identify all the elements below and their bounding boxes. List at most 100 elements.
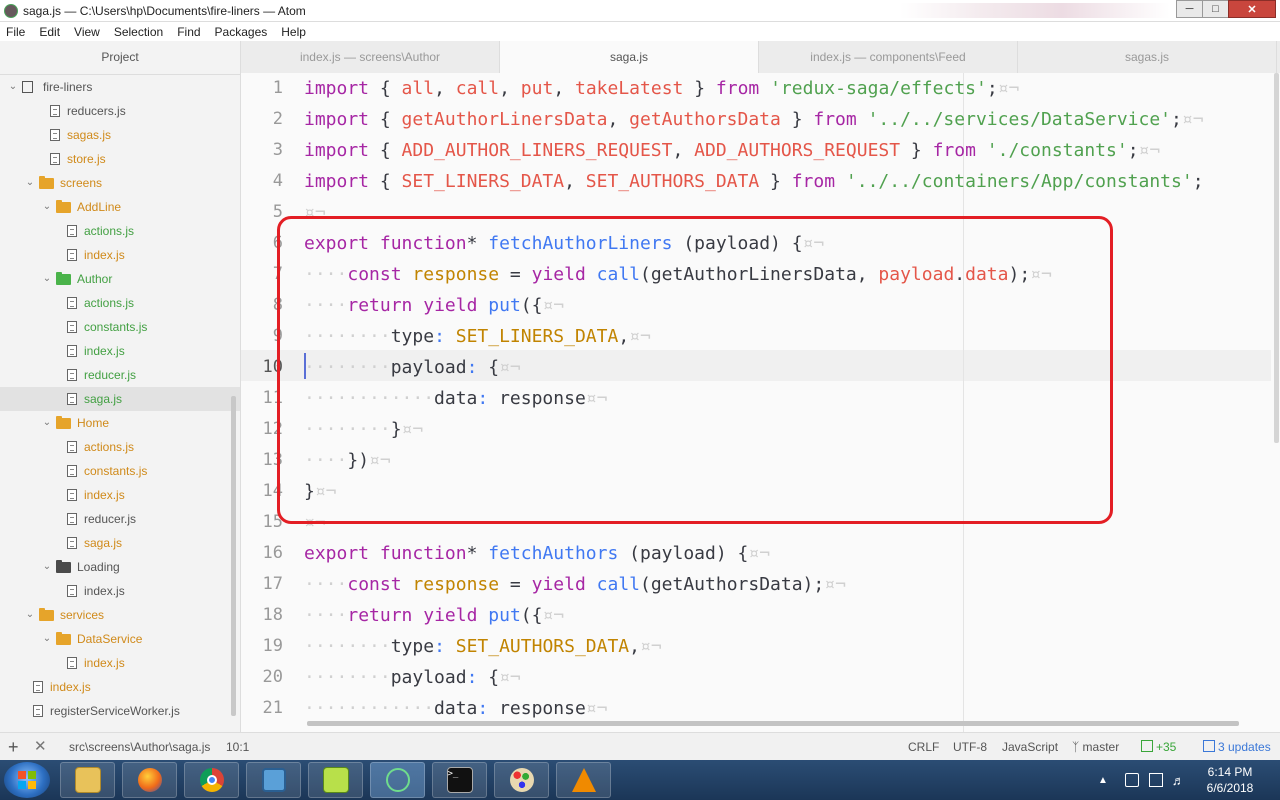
chevron-down-icon[interactable]: ⌄ (8, 75, 18, 99)
menu-file[interactable]: File (0, 25, 32, 39)
vertical-scrollbar[interactable] (1274, 73, 1279, 443)
x-icon[interactable]: ✕ (34, 733, 47, 761)
diff-added-icon (1141, 740, 1153, 752)
tree-file-item[interactable]: registerServiceWorker.js (0, 699, 240, 723)
tree-item-label: index.js (84, 584, 125, 598)
chevron-up-icon[interactable]: ▲ (1098, 775, 1108, 786)
taskbar-firefox[interactable] (122, 762, 177, 798)
file-icon (50, 129, 60, 141)
menu-edit[interactable]: Edit (32, 25, 67, 39)
taskbar-command-prompt[interactable]: >_ (432, 762, 487, 798)
taskbar-file-explorer[interactable] (60, 762, 115, 798)
code-line[interactable]: import { getAuthorLinersData, getAuthors… (304, 104, 1204, 135)
chevron-down-icon[interactable]: ⌄ (42, 267, 52, 291)
code-line[interactable]: import { ADD_AUTHOR_LINERS_REQUEST, ADD_… (304, 135, 1160, 166)
tree-folder-item[interactable]: ⌄ AddLine (0, 195, 240, 219)
tree-file-item[interactable]: actions.js (0, 291, 240, 315)
file-icon (67, 225, 77, 237)
taskbar-network-app[interactable] (246, 762, 301, 798)
taskbar-chrome[interactable] (184, 762, 239, 798)
code-line[interactable]: export function* fetchAuthors (payload) … (304, 538, 770, 569)
atom-icon (385, 768, 410, 792)
menu-find[interactable]: Find (170, 25, 207, 39)
tree-item-label: fire-liners (43, 80, 93, 94)
tree-file-item[interactable]: index.js (0, 243, 240, 267)
code-line[interactable]: import { all, call, put, takeLatest } fr… (304, 73, 1019, 104)
tree-folder-item[interactable]: ⌄ services (0, 603, 240, 627)
git-branch[interactable]: ᛉ master (1072, 733, 1119, 761)
tree-item-label: constants.js (84, 320, 148, 334)
tree-file-item[interactable]: index.js (0, 651, 240, 675)
tree-folder-item[interactable]: ⌄ fire-liners (0, 75, 240, 99)
tree-file-item[interactable]: sagas.js (0, 123, 240, 147)
tree-file-item[interactable]: store.js (0, 147, 240, 171)
tab-saga[interactable]: saga.js (500, 41, 759, 73)
folder-icon (56, 416, 71, 429)
tree-file-item[interactable]: reducer.js (0, 507, 240, 531)
code-line[interactable]: ············data: response¤¬ (304, 693, 607, 724)
tree-folder-item[interactable]: ⌄ Loading (0, 555, 240, 579)
tree-item-label: constants.js (84, 464, 148, 478)
maximize-button[interactable]: □ (1202, 0, 1229, 18)
taskbar-vlc[interactable] (556, 762, 611, 798)
tree-file-item[interactable]: index.js (0, 579, 240, 603)
system-clock[interactable]: 6:14 PM 6/6/2018 (1185, 764, 1275, 796)
chevron-down-icon[interactable]: ⌄ (25, 603, 35, 627)
grammar-selector[interactable]: JavaScript (1002, 733, 1058, 761)
plus-icon[interactable]: + (8, 733, 19, 761)
horizontal-scrollbar[interactable] (307, 721, 1239, 726)
taskbar-notepad-plus-plus[interactable] (308, 762, 363, 798)
tree-folder-item[interactable]: ⌄ Home (0, 411, 240, 435)
tree-file-item[interactable]: saga.js (0, 387, 240, 411)
menu-view[interactable]: View (67, 25, 107, 39)
code-line[interactable]: import { SET_LINERS_DATA, SET_AUTHORS_DA… (304, 166, 1204, 197)
tab-index-author[interactable]: index.js — screens\Author (241, 41, 500, 73)
code-line[interactable]: ········type: SET_AUTHORS_DATA,¤¬ (304, 631, 662, 662)
chevron-down-icon[interactable]: ⌄ (42, 411, 52, 435)
tree-folder-item[interactable]: ⌄ Author (0, 267, 240, 291)
minimize-button[interactable]: ─ (1176, 0, 1203, 18)
tree-file-item[interactable]: index.js (0, 483, 240, 507)
file-path[interactable]: src\screens\Author\saga.js (69, 733, 210, 761)
menu-packages[interactable]: Packages (208, 25, 275, 39)
file-encoding[interactable]: UTF-8 (953, 733, 987, 761)
tab-sagas[interactable]: sagas.js (1018, 41, 1277, 73)
code-line[interactable]: ········payload: {¤¬ (304, 662, 521, 693)
tree-file-item[interactable]: index.js (0, 339, 240, 363)
tree-file-item[interactable]: constants.js (0, 459, 240, 483)
close-window-button[interactable]: ✕ (1228, 0, 1276, 18)
menu-selection[interactable]: Selection (107, 25, 170, 39)
tree-folder-item[interactable]: ⌄ DataService (0, 627, 240, 651)
tree-folder-item[interactable]: ⌄ screens (0, 171, 240, 195)
network-icon[interactable] (1148, 773, 1163, 787)
chevron-down-icon[interactable]: ⌄ (25, 171, 35, 195)
tree-file-item[interactable]: reducers.js (0, 99, 240, 123)
tab-index-feed[interactable]: index.js — components\Feed (759, 41, 1018, 73)
chevron-down-icon[interactable]: ⌄ (42, 627, 52, 651)
code-line[interactable]: ····return yield put({¤¬ (304, 600, 564, 631)
git-changes[interactable]: +35 (1141, 733, 1176, 761)
tree-file-item[interactable]: actions.js (0, 435, 240, 459)
battery-icon[interactable] (1124, 773, 1139, 787)
taskbar-paint[interactable] (494, 762, 549, 798)
taskbar-atom[interactable] (370, 762, 425, 798)
tree-file-item[interactable]: saga.js (0, 531, 240, 555)
menu-help[interactable]: Help (274, 25, 313, 39)
line-number: 17 (262, 574, 283, 594)
chevron-down-icon[interactable]: ⌄ (42, 555, 52, 579)
package-updates[interactable]: 3 updates (1203, 733, 1271, 761)
tree-file-item[interactable]: constants.js (0, 315, 240, 339)
tree-file-item[interactable]: reducer.js (0, 363, 240, 387)
code-line[interactable]: ····const response = yield call(getAutho… (304, 569, 846, 600)
line-ending[interactable]: CRLF (908, 733, 939, 761)
tree-file-item[interactable]: actions.js (0, 219, 240, 243)
start-button[interactable] (4, 762, 50, 798)
code-editor[interactable]: 1 2 3 4 5 6 7 8 9 10 11 12 13 14 15 16 17 18 19 20 21 import… (241, 73, 1280, 732)
speaker-icon[interactable]: ♬ (1172, 773, 1185, 788)
tree-item-label: actions.js (84, 440, 135, 454)
chevron-down-icon[interactable]: ⌄ (42, 195, 52, 219)
cursor-position[interactable]: 10:1 (226, 733, 249, 761)
sidebar-scrollbar[interactable] (231, 396, 236, 716)
tree-file-item[interactable]: index.js (0, 675, 240, 699)
tree-item-label: services (60, 608, 105, 622)
